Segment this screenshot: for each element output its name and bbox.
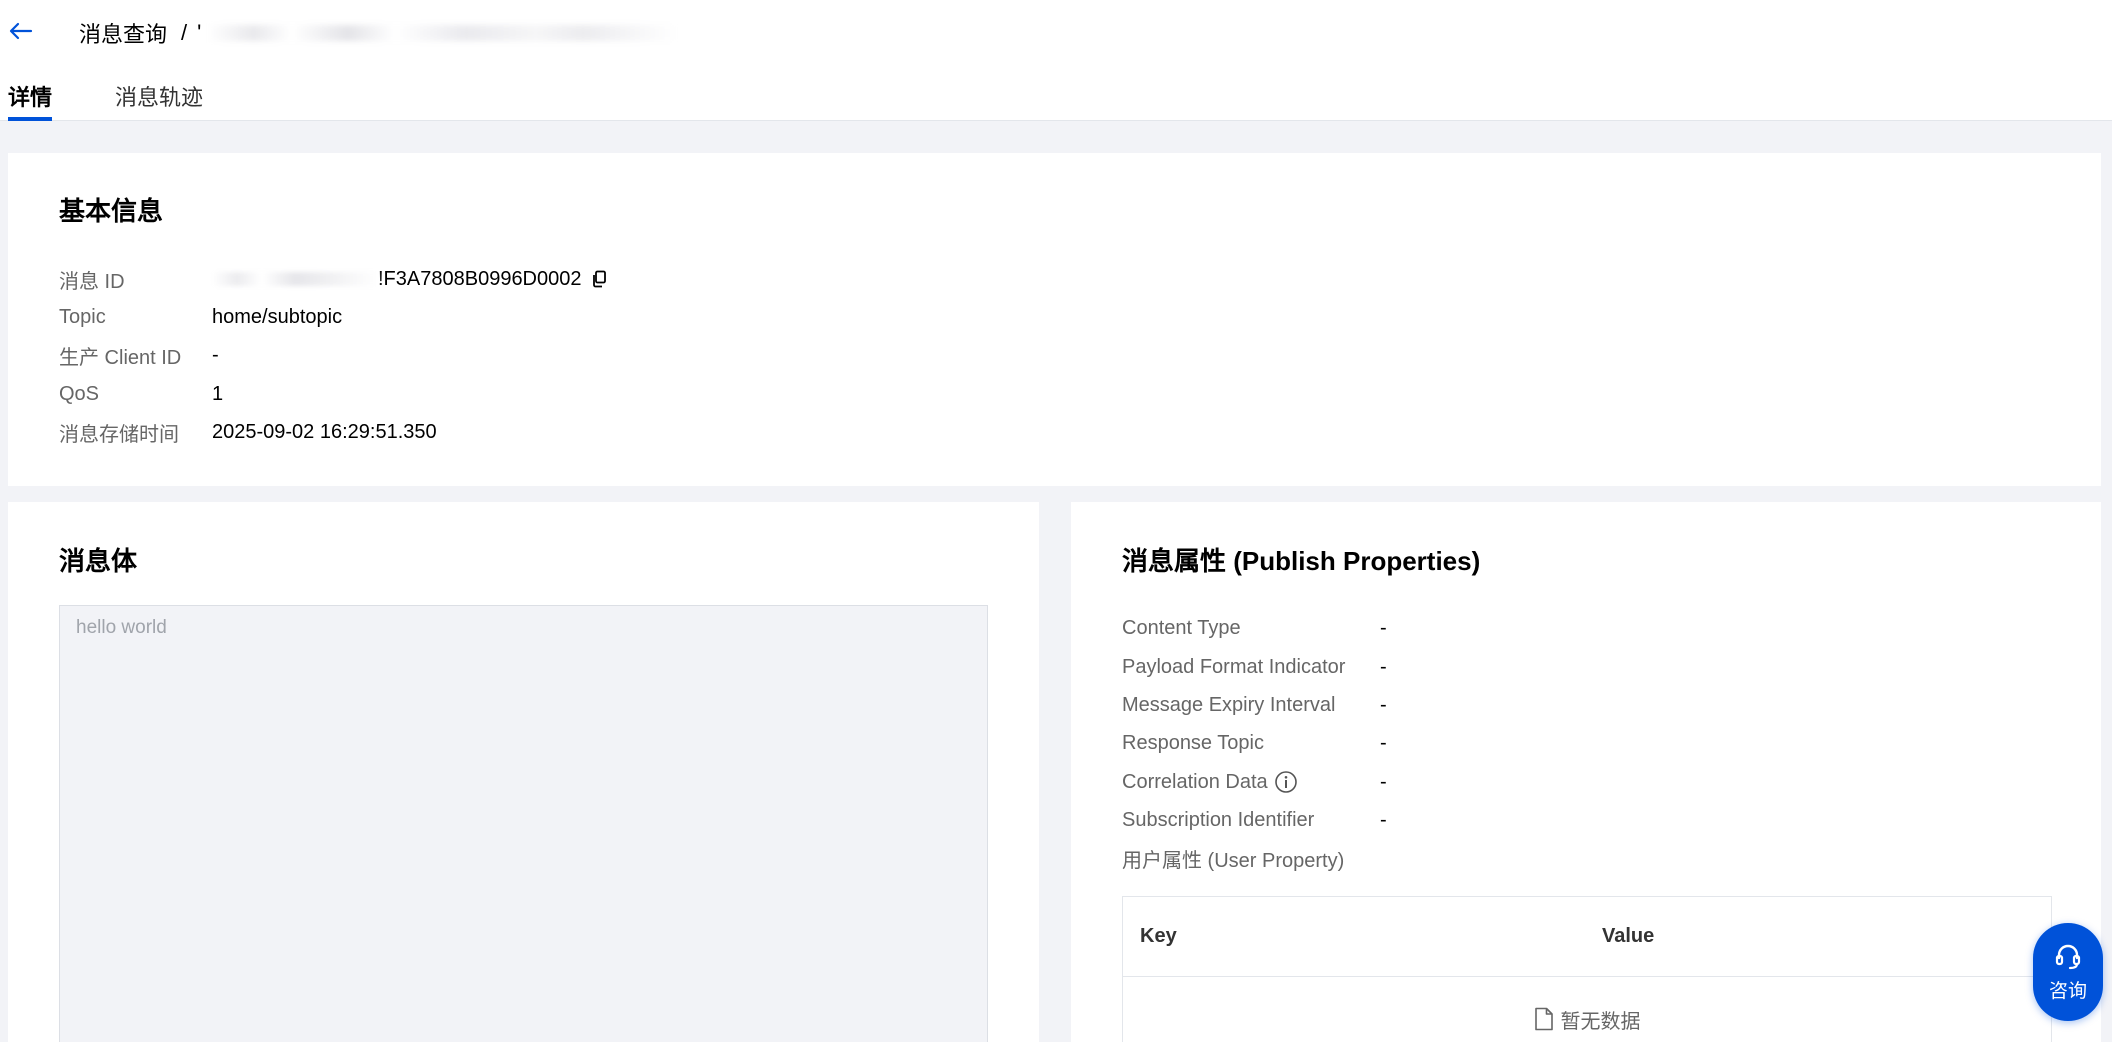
properties-card: 消息属性 (Publish Properties) Content Type -…	[1071, 502, 2101, 1042]
prop-label: Content Type	[1122, 616, 1241, 639]
empty-text: 暂无数据	[1560, 1010, 1641, 1033]
consult-label: 咨询	[2048, 980, 2087, 1002]
message-id-value: !F3A7808B0996D0002	[378, 267, 582, 290]
consult-button[interactable]: 咨询	[2033, 923, 2103, 1021]
field-label: 消息存储时间	[59, 423, 179, 446]
prop-value: -	[1380, 655, 1387, 678]
field-label: 生产 Client ID	[59, 346, 182, 369]
tab-bar: 详情 消息轨迹	[8, 78, 266, 121]
field-qos: QoS 1	[59, 379, 223, 409]
prop-value: -	[1380, 731, 1387, 754]
table-header: Key Value	[1123, 897, 2051, 977]
prop-user-property: 用户属性 (User Property)	[1122, 843, 1344, 873]
page-header: 消息查询 / ' 详情 消息轨迹	[0, 0, 2112, 121]
back-button[interactable]	[8, 18, 34, 44]
field-value: !F3A7808B0996D0002	[212, 268, 607, 291]
message-body-content[interactable]: hello world	[59, 605, 988, 1042]
tab-details[interactable]: 详情	[8, 78, 53, 121]
prop-value: -	[1380, 616, 1387, 639]
prop-response-topic: Response Topic -	[1122, 728, 1387, 758]
redacted-text	[212, 272, 378, 286]
empty-state: 暂无数据	[1123, 977, 2051, 1042]
field-value: 2025-09-02 16:29:51.350	[212, 420, 437, 443]
redacted-text	[207, 25, 678, 41]
properties-title: 消息属性 (Publish Properties)	[1122, 546, 1481, 576]
prop-correlation-data: Correlation Data -	[1122, 767, 1387, 797]
field-message-id: 消息 ID !F3A7808B0996D0002	[59, 264, 607, 294]
file-icon	[1534, 1007, 1554, 1031]
user-property-table: Key Value 暂无数据	[1122, 896, 2052, 1042]
breadcrumb-separator: /	[181, 20, 188, 45]
field-label: 消息 ID	[59, 270, 125, 293]
prop-label: Message Expiry Interval	[1122, 693, 1336, 716]
field-label: QoS	[59, 382, 100, 405]
column-key-header: Key	[1140, 925, 1177, 947]
field-value: home/subtopic	[212, 305, 343, 328]
prop-label-text: Correlation Data	[1122, 770, 1268, 793]
info-icon[interactable]	[1274, 770, 1298, 794]
basic-info-title: 基本信息	[59, 196, 164, 226]
prop-label: Subscription Identifier	[1122, 808, 1315, 831]
field-label: Topic	[59, 305, 106, 328]
copy-icon[interactable]	[591, 270, 607, 288]
prop-value: -	[1380, 770, 1387, 793]
column-value-header: Value	[1602, 925, 1655, 947]
prop-label: Payload Format Indicator	[1122, 655, 1346, 678]
arrow-left-icon	[9, 22, 33, 40]
prop-value: -	[1380, 808, 1387, 831]
user-property-label: 用户属性 (User Property)	[1122, 849, 1345, 872]
prop-value: -	[1380, 693, 1387, 716]
prop-payload-format: Payload Format Indicator -	[1122, 652, 1387, 682]
basic-info-card: 基本信息 消息 ID !F3A7808B0996D0002 Topic home…	[8, 153, 2101, 486]
field-topic: Topic home/subtopic	[59, 302, 342, 332]
prop-label: Response Topic	[1122, 731, 1264, 754]
headset-icon	[2053, 942, 2083, 972]
field-value: 1	[212, 382, 224, 405]
prop-content-type: Content Type -	[1122, 613, 1387, 643]
prop-label: Correlation Data	[1122, 770, 1380, 794]
tab-message-trace[interactable]: 消息轨迹	[115, 78, 203, 121]
breadcrumb-current: '	[197, 20, 202, 45]
breadcrumb: 消息查询 / '	[79, 17, 678, 49]
message-body-title: 消息体	[59, 546, 138, 576]
field-client-id: 生产 Client ID -	[59, 340, 219, 370]
message-body-card: 消息体 hello world	[8, 502, 1039, 1042]
prop-expiry-interval: Message Expiry Interval -	[1122, 690, 1387, 720]
field-store-time: 消息存储时间 2025-09-02 16:29:51.350	[59, 417, 437, 447]
prop-subscription-id: Subscription Identifier -	[1122, 805, 1387, 835]
breadcrumb-root[interactable]: 消息查询	[79, 17, 167, 49]
field-value: -	[212, 343, 219, 366]
